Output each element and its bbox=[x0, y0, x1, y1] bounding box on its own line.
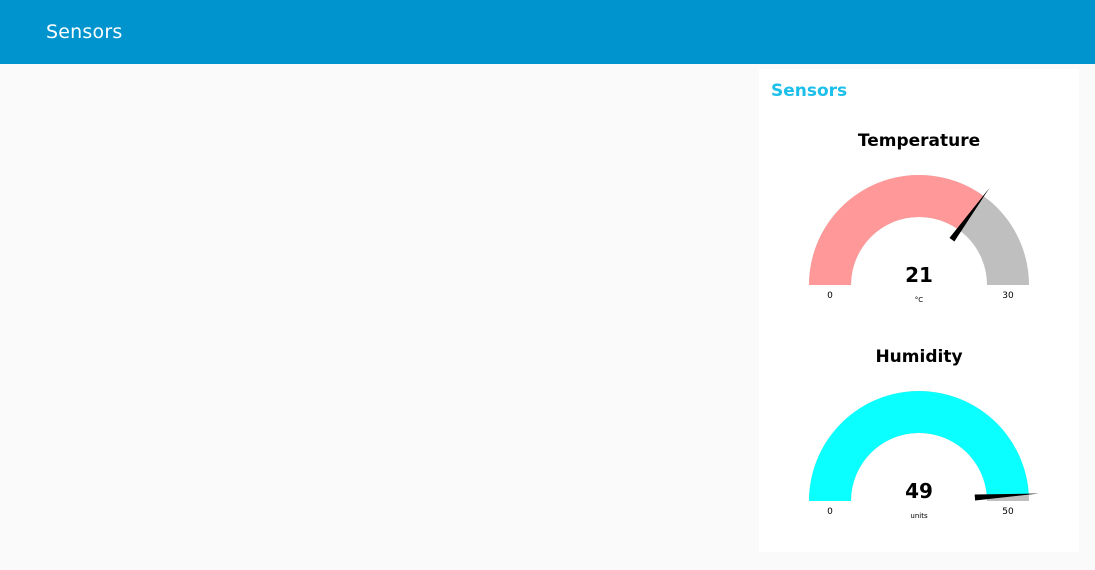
gauge-value: 49 bbox=[905, 479, 933, 503]
gauge-value: 21 bbox=[905, 263, 933, 287]
gauge-unit: units bbox=[910, 512, 928, 520]
gauge-max-label: 30 bbox=[1002, 291, 1014, 301]
group-title: Sensors bbox=[771, 81, 848, 101]
temperature-gauge: 21 °C 0 30 bbox=[809, 174, 1029, 304]
top-toolbar: Sensors bbox=[0, 0, 1095, 64]
gauge-max-label: 50 bbox=[1002, 507, 1014, 517]
gauge-min-label: 0 bbox=[827, 291, 833, 301]
app-title: Sensors bbox=[46, 21, 123, 43]
humidity-gauge-title: Humidity bbox=[875, 347, 963, 367]
temperature-gauge-title: Temperature bbox=[857, 131, 981, 151]
sensors-group-card: Sensors Temperature 21 °C 0 30 Humidity … bbox=[759, 69, 1079, 552]
gauge-min-label: 0 bbox=[827, 507, 833, 517]
gauge-unit: °C bbox=[915, 296, 924, 304]
humidity-gauge: 49 units 0 50 bbox=[809, 391, 1039, 520]
